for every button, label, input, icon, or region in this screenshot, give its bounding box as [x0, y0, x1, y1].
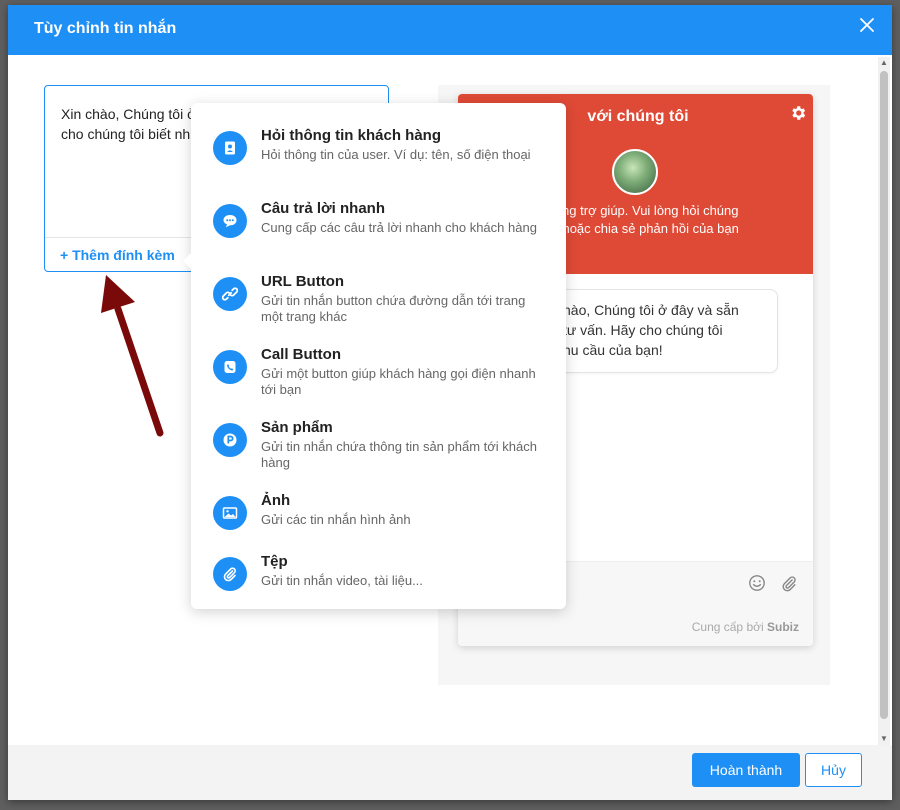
menu-item-title: URL Button	[261, 273, 345, 290]
menu-item-ask-customer-info[interactable]: Hỏi thông tin khách hàng Hỏi thông tin c…	[191, 127, 566, 197]
powered-by-brand: Subiz	[767, 620, 799, 634]
add-attachment-label: Thêm đính kèm	[72, 247, 175, 263]
menu-item-title: Call Button	[261, 346, 341, 363]
done-button[interactable]: Hoàn thành	[692, 753, 800, 787]
menu-item-title: Sản phẩm	[261, 419, 333, 436]
gear-icon[interactable]	[789, 104, 807, 127]
add-attachment-button[interactable]: + Thêm đính kèm	[60, 247, 175, 263]
menu-item-description: Gửi một button giúp khách hàng gọi điện …	[261, 366, 536, 397]
menu-item-title: Hỏi thông tin khách hàng	[261, 127, 441, 144]
annotation-arrow	[101, 275, 164, 437]
scroll-up-icon[interactable]: ▲	[878, 57, 890, 69]
powered-by: Cung cấp bởi Subiz	[692, 620, 799, 634]
customize-message-modal: Tùy chỉnh tin nhắn ▲ ▼ Xin chào, Chúng t…	[8, 5, 892, 800]
menu-item-title: Ảnh	[261, 492, 291, 509]
menu-item-description: Gửi tin nhắn chứa thông tin sản phẩm tới…	[261, 439, 537, 470]
avatar	[612, 149, 658, 195]
contact-card-icon	[213, 131, 247, 165]
scroll-down-icon[interactable]: ▼	[878, 733, 890, 745]
menu-item-description: Cung cấp các câu trả lời nhanh cho khách…	[261, 220, 537, 235]
cancel-button[interactable]: Hủy	[805, 753, 862, 787]
attachment-menu: Hỏi thông tin khách hàng Hỏi thông tin c…	[183, 103, 566, 609]
link-icon	[213, 277, 247, 311]
menu-item-description: Gửi tin nhắn video, tài liệu...	[261, 573, 423, 588]
modal-footer: Hoàn thành Hủy	[8, 745, 892, 800]
menu-item-quick-replies[interactable]: Câu trả lời nhanh Cung cấp các câu trả l…	[191, 200, 566, 270]
close-icon[interactable]	[856, 15, 878, 37]
menu-item-call-button[interactable]: Call Button Gửi một button giúp khách hà…	[191, 346, 566, 416]
greeting-text: hào, Chúng tôi ở đây và sẵn tư vấn. Hãy …	[563, 302, 739, 358]
menu-item-product[interactable]: Sản phẩm Gửi tin nhắn chứa thông tin sản…	[191, 419, 566, 489]
product-icon	[213, 423, 247, 457]
image-icon	[213, 496, 247, 530]
scroll-thumb[interactable]	[880, 71, 888, 719]
vertical-scrollbar[interactable]: ▲ ▼	[878, 57, 890, 745]
menu-item-title: Tệp	[261, 553, 288, 570]
menu-item-file[interactable]: Tệp Gửi tin nhắn video, tài liệu...	[191, 553, 566, 623]
menu-pointer	[183, 253, 191, 269]
paperclip-icon[interactable]	[780, 574, 798, 597]
menu-item-description: Gửi tin nhắn button chứa đường dẫn tới t…	[261, 293, 526, 324]
menu-item-url-button[interactable]: URL Button Gửi tin nhắn button chứa đườn…	[191, 273, 566, 343]
phone-icon	[213, 350, 247, 384]
chat-bubble-icon	[213, 204, 247, 238]
emoji-icon[interactable]	[748, 574, 766, 597]
menu-item-description: Hỏi thông tin của user. Ví dụ: tên, số đ…	[261, 147, 531, 162]
powered-by-prefix: Cung cấp bởi	[691, 620, 764, 634]
modal-header: Tùy chỉnh tin nhắn	[8, 5, 892, 55]
plus-icon: +	[60, 247, 69, 263]
greeting-bubble: hào, Chúng tôi ở đây và sẵn tư vấn. Hãy …	[548, 289, 778, 373]
modal-title: Tùy chỉnh tin nhắn	[34, 20, 177, 37]
paperclip-icon	[213, 557, 247, 591]
menu-item-description: Gửi các tin nhắn hình ảnh	[261, 512, 411, 527]
menu-item-image[interactable]: Ảnh Gửi các tin nhắn hình ảnh	[191, 492, 566, 562]
menu-item-title: Câu trả lời nhanh	[261, 200, 386, 217]
